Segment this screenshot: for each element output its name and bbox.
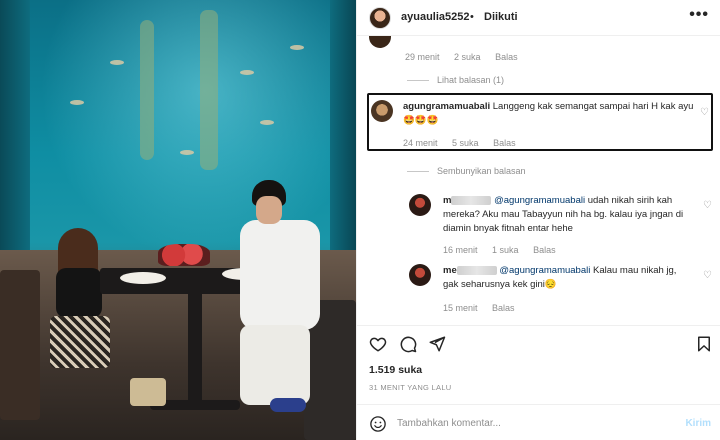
separator-dot: • <box>470 11 474 23</box>
reply-button[interactable]: Balas <box>533 245 556 255</box>
likes-count[interactable]: 1.519 suka <box>369 364 422 376</box>
aquarium-arch-right <box>330 0 356 270</box>
reply-button[interactable]: Balas <box>495 52 518 62</box>
hide-replies-button[interactable]: Sembunyikan balasan <box>407 166 526 176</box>
flower-centerpiece <box>158 244 210 266</box>
comment-time: 24 menit <box>403 138 438 148</box>
follow-status-button[interactable]: Diikuti <box>484 11 518 23</box>
plate <box>120 272 166 284</box>
reply-likes[interactable]: 1 suka <box>492 245 519 255</box>
seaweed <box>140 20 154 160</box>
reply-meta: 15 menit Balas <box>443 303 527 313</box>
reply-time: 16 menit <box>443 245 478 255</box>
fish <box>290 45 304 50</box>
action-bar <box>357 325 720 365</box>
blurred-username-redaction <box>456 265 497 275</box>
highlighted-comment: agungramamuabali Langgeng kak semangat s… <box>367 93 713 151</box>
commenter-avatar[interactable] <box>371 100 393 122</box>
reply-time: 15 menit <box>443 303 478 313</box>
emoji-icon[interactable] <box>369 415 387 433</box>
reply-username[interactable]: me <box>443 265 497 276</box>
chair-left <box>0 270 40 420</box>
reply-avatar[interactable] <box>409 194 431 216</box>
blurred-username-redaction <box>451 195 492 205</box>
like-comment-heart-icon[interactable]: ♡ <box>700 107 709 118</box>
comment-bar: Kirim <box>357 404 720 440</box>
bookmark-icon[interactable] <box>695 335 713 353</box>
man-figure <box>230 180 330 430</box>
comment-input[interactable] <box>397 413 667 433</box>
comment-meta: 29 menit 2 suka Balas <box>405 52 530 62</box>
post-header: ayuaulia5252 • Diikuti ••• <box>357 0 720 36</box>
comment-avatar[interactable] <box>369 36 391 48</box>
divider-line <box>407 80 429 82</box>
reply-button[interactable]: Balas <box>493 138 516 148</box>
view-replies-label: Lihat balasan (1) <box>437 75 505 85</box>
fish <box>240 70 254 75</box>
send-comment-button[interactable]: Kirim <box>685 418 711 429</box>
like-reply-heart-icon[interactable]: ♡ <box>703 270 712 281</box>
heart-icon[interactable] <box>369 335 387 353</box>
aquarium-arch-left <box>0 0 30 260</box>
comment-body: agungramamuabali Langgeng kak semangat s… <box>403 100 697 128</box>
mention-link[interactable]: @agungramamuabali <box>499 265 590 276</box>
reply-meta: 16 menit 1 suka Balas <box>443 245 568 255</box>
divider-line <box>407 171 429 173</box>
fish <box>70 100 84 105</box>
table-leg <box>188 294 202 404</box>
comment-likes[interactable]: 2 suka <box>454 52 481 62</box>
seaweed <box>200 10 218 170</box>
post-username[interactable]: ayuaulia5252 <box>401 11 470 23</box>
view-replies-button[interactable]: Lihat balasan (1) <box>407 75 504 85</box>
comments-panel: ayuaulia5252 • Diikuti ••• 29 menit 2 su… <box>356 0 720 440</box>
hide-replies-label: Sembunyikan balasan <box>437 166 526 176</box>
post-photo <box>0 0 356 440</box>
reply-body: me @agungramamuabali Kalau mau nikah jg,… <box>443 264 693 292</box>
commenter-username[interactable]: agungramamuabali <box>403 101 490 112</box>
fish <box>180 150 194 155</box>
reply-username[interactable]: m <box>443 195 492 206</box>
handbag <box>130 378 166 406</box>
comment-time: 29 menit <box>405 52 440 62</box>
comment-icon[interactable] <box>399 335 417 353</box>
reply-body: m @agungramamuabali udah nikah sirih kah… <box>443 194 693 236</box>
more-options-icon[interactable]: ••• <box>689 6 709 24</box>
comment-meta: 24 menit 5 suka Balas <box>403 138 528 148</box>
fish <box>110 60 124 65</box>
fish <box>260 120 274 125</box>
send-icon[interactable] <box>428 335 446 353</box>
mention-link[interactable]: @agungramamuabali <box>494 195 585 206</box>
reply-button[interactable]: Balas <box>492 303 515 313</box>
comment-likes[interactable]: 5 suka <box>452 138 479 148</box>
reply-avatar[interactable] <box>409 264 431 286</box>
woman-figure <box>50 228 112 368</box>
profile-avatar[interactable] <box>369 7 391 29</box>
posted-timestamp[interactable]: 31 MENIT YANG LALU <box>369 383 452 392</box>
like-reply-heart-icon[interactable]: ♡ <box>703 200 712 211</box>
